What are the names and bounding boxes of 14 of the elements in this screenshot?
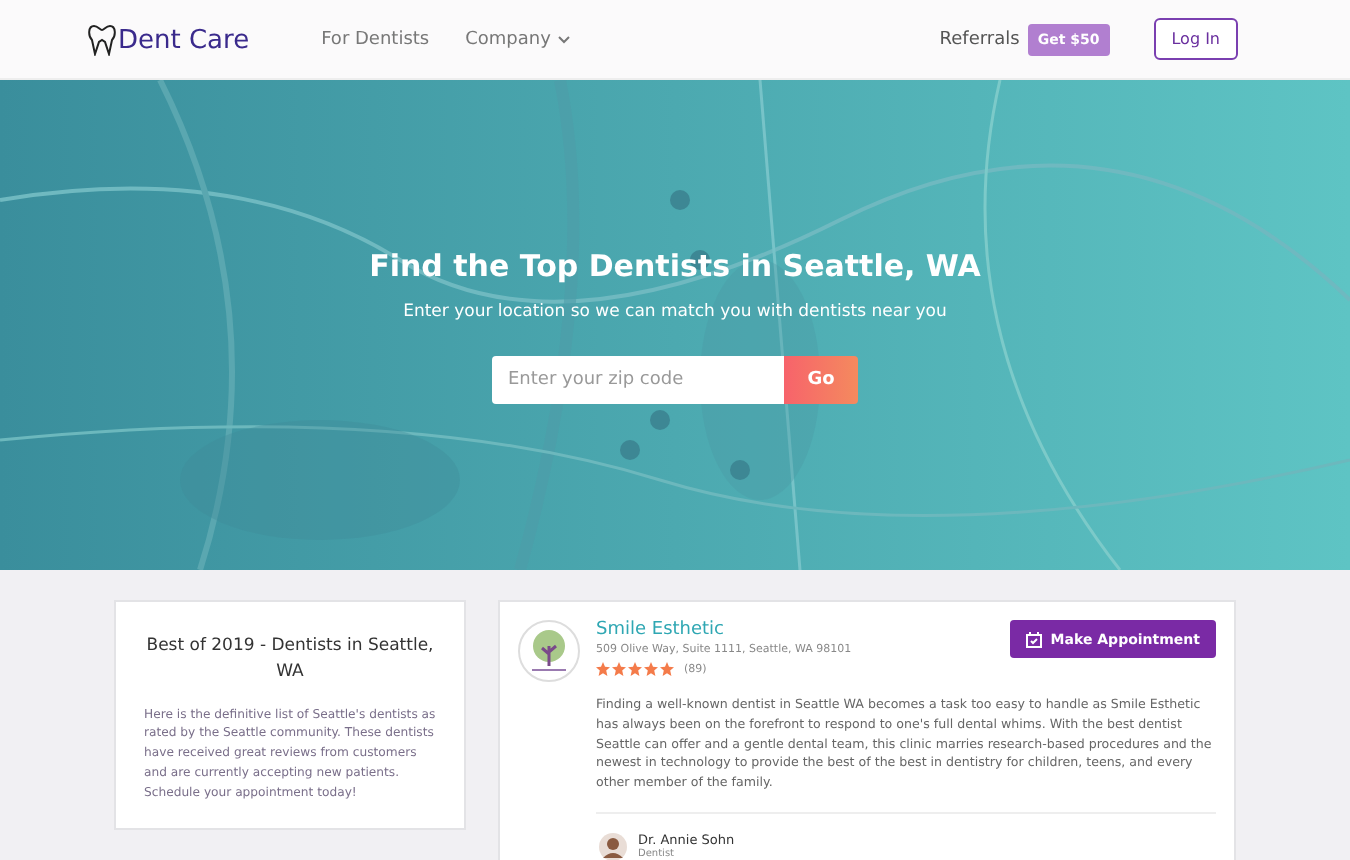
zip-code-field[interactable]: Enter your zip code	[492, 356, 784, 404]
hero-title: Find the Top Dentists in Seattle, WA	[369, 248, 981, 284]
referrals-link[interactable]: Referrals	[939, 29, 1020, 49]
caret-icon	[558, 35, 571, 43]
calendar-icon	[1026, 631, 1043, 647]
logo-text[interactable]: Dent Care	[118, 25, 250, 55]
nav-link[interactable]: For Dentists	[321, 29, 430, 49]
avatar-icon	[598, 831, 628, 860]
hero-subtitle: Enter your location so we can match you with dentists near you	[403, 302, 947, 322]
nav-link[interactable]: Company	[465, 29, 571, 49]
card-title: Best of 2019 - Dentists in Seattle, WA	[144, 634, 436, 685]
tree-logo-icon	[518, 620, 580, 682]
tooth-icon	[88, 23, 116, 55]
login-button[interactable]: Log In	[1153, 18, 1238, 60]
